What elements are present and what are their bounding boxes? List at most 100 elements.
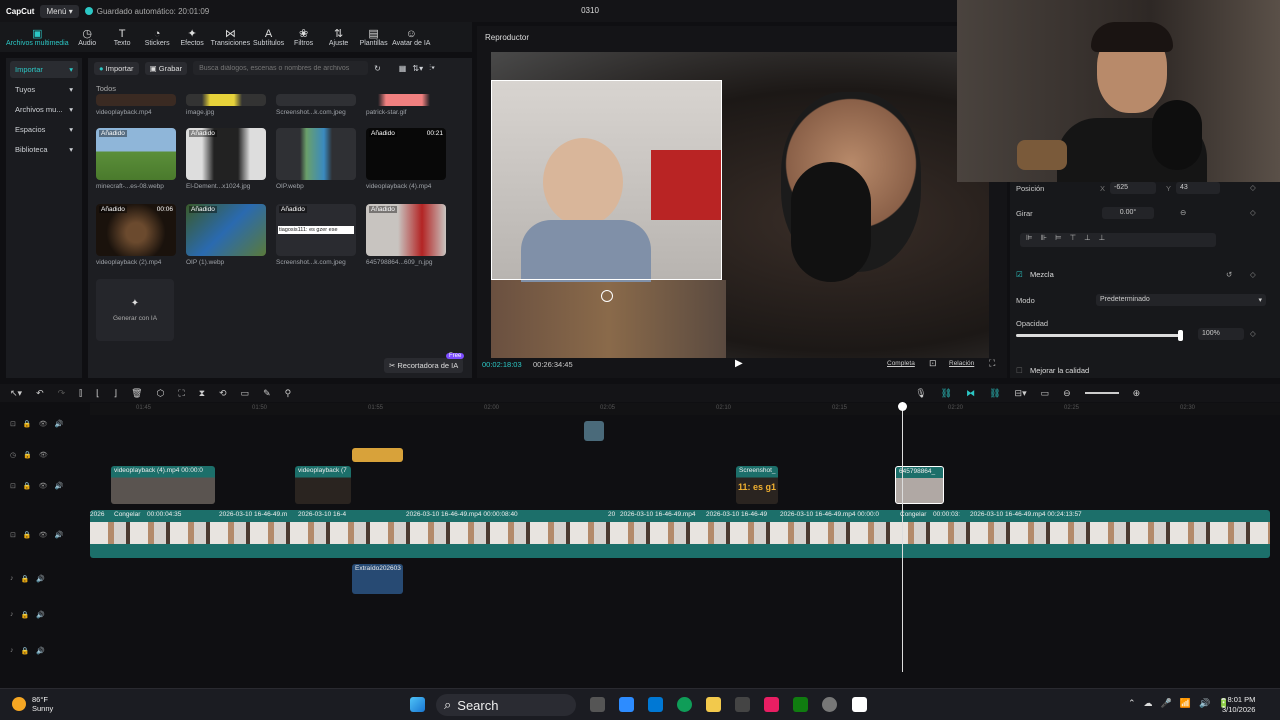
selection-box[interactable]	[491, 80, 722, 280]
tab-ai-avatar[interactable]: ☺ Avatar de IA	[392, 28, 430, 47]
rotate-icon[interactable]: ⟲	[219, 388, 227, 399]
file-explorer-icon[interactable]	[706, 697, 721, 712]
eye-icon[interactable]: 👁	[39, 451, 48, 459]
refresh-icon[interactable]: ↻	[374, 64, 381, 73]
media-item[interactable]: OIP.webp	[276, 128, 356, 190]
taskbar-clock[interactable]: 8:01 PM 3/10/2026	[1222, 695, 1255, 715]
speaker-icon[interactable]: 🔊	[36, 647, 45, 655]
media-item[interactable]: Añadido minecraft-...es-08.webp	[96, 128, 176, 190]
reset-icon[interactable]: ↺	[1226, 270, 1232, 279]
ratio-button[interactable]: Relación	[949, 360, 974, 367]
video-canvas[interactable]	[491, 52, 989, 358]
quality-checkbox[interactable]: ☐	[1016, 366, 1023, 375]
align-toolbar[interactable]: ⊫⊪⊨⊤⊥⊥	[1020, 233, 1216, 247]
select-tool-icon[interactable]: ↖▾	[10, 388, 22, 399]
menu-button[interactable]: Menú ▾	[40, 4, 79, 18]
zoom-fit-icon[interactable]: ⊕	[1133, 388, 1141, 399]
lock-icon[interactable]: 🔒	[21, 611, 30, 619]
tab-filters[interactable]: ❀ Filtros	[287, 28, 320, 47]
main-video-track[interactable]: 2026 Congelar 00:00:04:35 2026-03-10 16-…	[90, 510, 1270, 558]
split-left-icon[interactable]: ⌊	[96, 388, 100, 399]
ai-cutter-button[interactable]: ✂ Recortadora de IA	[384, 358, 464, 373]
zoom-app-icon[interactable]	[619, 697, 634, 712]
eye-icon[interactable]: 👁	[39, 482, 48, 490]
video-clip[interactable]: videoplayback (4).mp4 00:00:0	[111, 466, 215, 504]
tab-text[interactable]: T Texto	[106, 28, 139, 47]
media-item[interactable]: Añadido tiagosis111: es gzer ese Screens…	[276, 204, 356, 266]
eye-icon[interactable]: 👁	[39, 420, 48, 428]
sidebar-item-library[interactable]: Biblioteca ▾	[10, 141, 78, 158]
generate-ai-button[interactable]: ✦ Generar con IA	[96, 279, 174, 341]
media-search-input[interactable]	[193, 61, 369, 75]
media-item[interactable]: Añadido 00:06 videoplayback (2).mp4	[96, 204, 176, 266]
speaker-icon[interactable]: 🔊	[36, 575, 45, 583]
lock-icon[interactable]: 🔒	[23, 482, 32, 490]
position-y-input[interactable]: 43	[1176, 182, 1220, 194]
tab-transitions[interactable]: ⋈ Transiciones	[211, 28, 250, 47]
link-main-icon[interactable]: ⛓	[941, 388, 952, 399]
speaker-icon[interactable]: 🔊	[54, 531, 63, 539]
audio-clip[interactable]: Extraído202603	[352, 564, 403, 594]
media-item[interactable]: image.jpg	[186, 94, 266, 116]
filter-icon[interactable]: ⫶▾	[429, 63, 435, 73]
media-item[interactable]: Añadido 00:21 videoplayback (4).mp4	[366, 128, 446, 190]
zoom-out-icon[interactable]: ⊖	[1063, 388, 1071, 399]
media-item[interactable]: Screenshot...k.com.jpeg	[276, 94, 356, 116]
sidebar-item-files[interactable]: Archivos mu... ▾	[10, 101, 78, 118]
edge-icon[interactable]	[677, 697, 692, 712]
position-x-input[interactable]: -625	[1110, 182, 1156, 194]
rotate-input[interactable]: 0.00°	[1102, 207, 1154, 219]
keyframe-icon[interactable]: ◇	[1250, 270, 1256, 279]
lock-icon[interactable]: 🔒	[23, 451, 32, 459]
video-clip[interactable]: videoplayback (7	[295, 466, 351, 504]
outlook-icon[interactable]	[648, 697, 663, 712]
rotate-reset-icon[interactable]: ⊖	[1180, 208, 1186, 217]
media-item[interactable]: Añadido OIP (1).webp	[186, 204, 266, 266]
fullscreen-icon[interactable]: ⛶	[989, 358, 995, 369]
chrome-icon[interactable]	[822, 697, 837, 712]
link-clips-icon[interactable]: ⛓	[989, 388, 1000, 399]
magnet-icon[interactable]: ⧓	[966, 388, 975, 399]
lock-icon[interactable]: 🔒	[21, 647, 30, 655]
caption-view-icon[interactable]: ▭	[1041, 388, 1050, 399]
sidebar-item-import[interactable]: Importar ▾	[10, 61, 78, 78]
blend-checkbox[interactable]: ☑	[1016, 270, 1023, 279]
split-right-icon[interactable]: ⌋	[114, 388, 118, 399]
store-icon[interactable]	[735, 697, 750, 712]
opacity-input[interactable]: 100%	[1198, 328, 1244, 340]
blend-mode-select[interactable]: Predeterminado ▾	[1096, 294, 1266, 306]
windows-start-icon[interactable]	[410, 697, 425, 712]
media-item[interactable]: patrick-star.gif	[366, 94, 446, 116]
mirror-icon[interactable]: ⧗	[199, 388, 205, 399]
tab-effects[interactable]: ✦ Efectos	[176, 28, 209, 47]
tab-media[interactable]: ▣ Archivos multimedia	[6, 28, 69, 47]
eye-icon[interactable]: 👁	[39, 531, 48, 539]
opacity-slider-handle[interactable]	[1178, 330, 1183, 341]
speaker-icon[interactable]: 🔊	[36, 611, 45, 619]
tab-adjust[interactable]: ⇅ Ajuste	[322, 28, 355, 47]
xbox-icon[interactable]	[793, 697, 808, 712]
magic-icon[interactable]: ✎	[263, 388, 271, 399]
rotate-handle-icon[interactable]	[601, 290, 613, 302]
timeline-ruler[interactable]: 01:45 01:50 01:55 02:00 02:05 02:10 02:1…	[90, 403, 1280, 415]
media-item[interactable]: videoplayback.mp4	[96, 94, 176, 116]
fit-icon[interactable]: ⊡	[929, 358, 937, 369]
delete-icon[interactable]: 🗑	[131, 388, 142, 399]
mic-icon[interactable]: 🎙	[915, 388, 926, 399]
tab-subtitles[interactable]: A Subtítulos	[252, 28, 285, 47]
redo-icon[interactable]: ↷	[58, 388, 66, 399]
import-button[interactable]: ● Importar	[94, 61, 139, 75]
mask-icon[interactable]: ⬡	[157, 388, 165, 399]
preview-axis-icon[interactable]: ⊟▾	[1015, 388, 1027, 399]
ai-person-icon[interactable]: ⚲	[285, 388, 292, 399]
keyframe-icon[interactable]: ◇	[1250, 208, 1256, 217]
instagram-icon[interactable]	[764, 697, 779, 712]
record-button[interactable]: ▣ Grabar	[144, 61, 188, 75]
undo-icon[interactable]: ↶	[36, 388, 44, 399]
speaker-icon[interactable]: 🔊	[54, 420, 63, 428]
tab-stickers[interactable]: ◔ Stickers	[141, 28, 174, 47]
speaker-icon[interactable]: 🔊	[54, 482, 63, 490]
tab-templates[interactable]: ▤ Plantillas	[357, 28, 390, 47]
opacity-slider[interactable]	[1016, 334, 1180, 337]
lock-icon[interactable]: 🔒	[23, 420, 32, 428]
